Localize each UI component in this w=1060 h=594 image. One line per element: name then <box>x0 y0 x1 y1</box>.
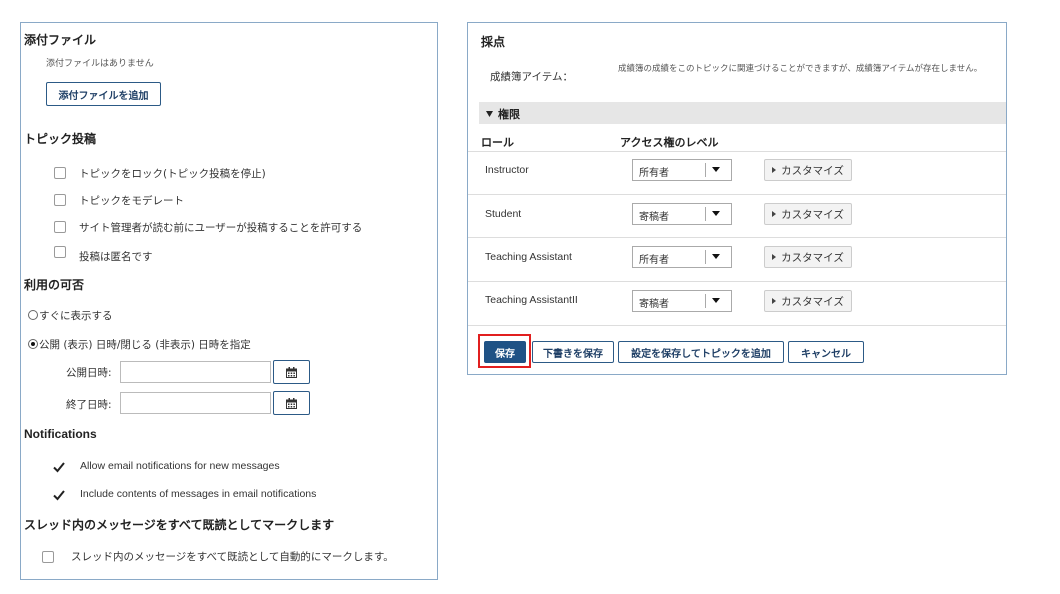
access-level-select[interactable]: 所有者 <box>632 246 732 268</box>
gradebook-item-label: 成績簿アイテム： <box>490 71 573 83</box>
lock-topic-checkbox[interactable] <box>54 167 66 179</box>
customize-button[interactable]: カスタマイズ <box>764 246 852 268</box>
triangle-right-icon <box>772 167 777 173</box>
role-name: Instructor <box>485 164 529 176</box>
moderate-topic-label: トピックをモデレート <box>79 195 184 207</box>
save-and-add-topic-button[interactable]: 設定を保存してトピックを追加 <box>618 341 784 363</box>
grading-title: 採点 <box>481 35 506 49</box>
anonymous-post-checkbox[interactable] <box>54 246 66 258</box>
dropdown-arrow-icon <box>712 254 720 259</box>
triangle-down-icon <box>486 111 493 117</box>
notifications-title: Notifications <box>24 427 97 441</box>
schedule-label: 公開 (表示) 日時/閉じる (非表示) 日時を指定 <box>39 339 251 351</box>
triangle-right-icon <box>772 298 777 304</box>
access-level-select[interactable]: 所有者 <box>632 159 732 181</box>
email-notify-label: Allow email notifications for new messag… <box>80 460 280 472</box>
calendar-icon <box>286 397 297 409</box>
show-immediately-label: すぐに表示する <box>39 310 113 322</box>
open-date-input[interactable] <box>120 361 271 383</box>
topic-settings-panel: 添付ファイル 添付ファイルはありません 添付ファイルを追加 トピック投稿 トピッ… <box>20 22 438 580</box>
close-date-calendar-button[interactable] <box>273 391 310 415</box>
access-level-column-header: アクセス権のレベル <box>620 136 719 149</box>
access-level-select[interactable]: 寄稿者 <box>632 203 732 225</box>
attachments-title: 添付ファイル <box>24 33 97 47</box>
topic-posting-title: トピック投稿 <box>24 132 97 146</box>
close-date-label: 終了日時: <box>66 399 112 411</box>
post-before-read-label: サイト管理者が読む前にユーザーが投稿することを許可する <box>79 222 363 234</box>
lock-topic-label: トピックをロック(トピック投稿を停止) <box>79 168 266 180</box>
dropdown-arrow-icon <box>712 298 720 303</box>
gradebook-note: 成績簿の成績をこのトピックに関連づけることができますが、成績簿アイテムが存在しま… <box>618 64 983 74</box>
triangle-right-icon <box>772 211 777 217</box>
customize-button[interactable]: カスタマイズ <box>764 290 852 312</box>
include-contents-label: Include contents of messages in email no… <box>80 488 317 500</box>
checkmark-icon <box>53 462 65 473</box>
mark-read-title: スレッド内のメッセージをすべて既読としてマークします <box>24 518 335 532</box>
show-immediately-radio[interactable] <box>28 310 38 320</box>
post-before-read-checkbox[interactable] <box>54 221 66 233</box>
triangle-right-icon <box>772 254 777 260</box>
grading-permissions-panel: 採点 成績簿アイテム： 成績簿の成績をこのトピックに関連づけることができますが、… <box>467 22 1007 375</box>
save-button[interactable]: 保存 <box>484 341 526 363</box>
close-date-input[interactable] <box>120 392 271 414</box>
auto-mark-read-label: スレッド内のメッセージをすべて既読として自動的にマークします。 <box>71 551 394 563</box>
save-draft-button[interactable]: 下書きを保存 <box>532 341 614 363</box>
role-column-header: ロール <box>481 136 514 149</box>
add-attachment-button[interactable]: 添付ファイルを追加 <box>46 82 161 106</box>
availability-title: 利用の可否 <box>24 278 85 292</box>
include-contents-checkbox[interactable] <box>53 489 65 501</box>
email-notify-checkbox[interactable] <box>53 461 65 473</box>
customize-button[interactable]: カスタマイズ <box>764 203 852 225</box>
calendar-icon <box>286 366 297 378</box>
access-level-select[interactable]: 寄稿者 <box>632 290 732 312</box>
dropdown-arrow-icon <box>712 167 720 172</box>
schedule-radio[interactable] <box>28 339 38 349</box>
dropdown-arrow-icon <box>712 211 720 216</box>
auto-mark-read-checkbox[interactable] <box>42 551 54 563</box>
role-name: Teaching AssistantII <box>485 294 578 306</box>
cancel-button[interactable]: キャンセル <box>788 341 864 363</box>
role-name: Teaching Assistant <box>485 251 572 263</box>
moderate-topic-checkbox[interactable] <box>54 194 66 206</box>
permissions-toggle[interactable]: 権限 <box>479 102 1006 124</box>
customize-button[interactable]: カスタマイズ <box>764 159 852 181</box>
permissions-title: 権限 <box>498 108 520 121</box>
attachments-empty-text: 添付ファイルはありません <box>46 59 154 69</box>
checkmark-icon <box>53 490 65 501</box>
role-name: Student <box>485 208 522 220</box>
open-date-label: 公開日時: <box>66 367 112 379</box>
anonymous-post-label: 投稿は匿名です <box>79 251 153 263</box>
open-date-calendar-button[interactable] <box>273 360 310 384</box>
